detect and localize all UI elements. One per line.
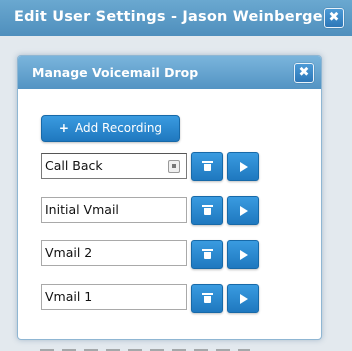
dialog-close-icon[interactable]: ✖	[294, 63, 314, 83]
obscured-background-text	[40, 341, 250, 351]
play-recording-button[interactable]	[227, 240, 259, 269]
play-icon	[240, 250, 248, 260]
trash-icon	[202, 249, 213, 259]
play-icon	[240, 162, 248, 172]
add-recording-button[interactable]: + Add Recording	[41, 115, 180, 142]
play-recording-button[interactable]	[227, 196, 259, 225]
recording-name-input[interactable]: Call Back	[41, 153, 187, 179]
add-recording-label: Add Recording	[74, 121, 163, 135]
play-icon	[240, 206, 248, 216]
play-icon	[240, 294, 248, 304]
outer-close-icon[interactable]: ✖	[324, 8, 344, 28]
trash-icon	[202, 293, 213, 303]
dialog-title: Manage Voicemail Drop	[32, 65, 199, 80]
recording-name-input[interactable]: Initial Vmail	[41, 197, 187, 223]
outer-window-titlebar: Edit User Settings - Jason Weinberger ✖	[0, 0, 352, 37]
manage-voicemail-drop-dialog: Manage Voicemail Drop ✖ + Add Recording C…	[17, 55, 322, 340]
delete-recording-button[interactable]	[191, 152, 223, 181]
plus-icon: +	[58, 121, 69, 135]
trash-icon	[202, 161, 213, 171]
delete-recording-button[interactable]	[191, 284, 223, 313]
play-recording-button[interactable]	[227, 152, 259, 181]
recording-name-input[interactable]: Vmail 2	[41, 240, 187, 266]
keyboard-icon[interactable]	[168, 160, 180, 173]
dialog-titlebar: Manage Voicemail Drop ✖	[18, 56, 321, 89]
outer-window-title: Edit User Settings - Jason Weinberger	[14, 9, 331, 25]
delete-recording-button[interactable]	[191, 196, 223, 225]
recording-name-input[interactable]: Vmail 1	[41, 284, 187, 310]
delete-recording-button[interactable]	[191, 240, 223, 269]
play-recording-button[interactable]	[227, 284, 259, 313]
trash-icon	[202, 205, 213, 215]
